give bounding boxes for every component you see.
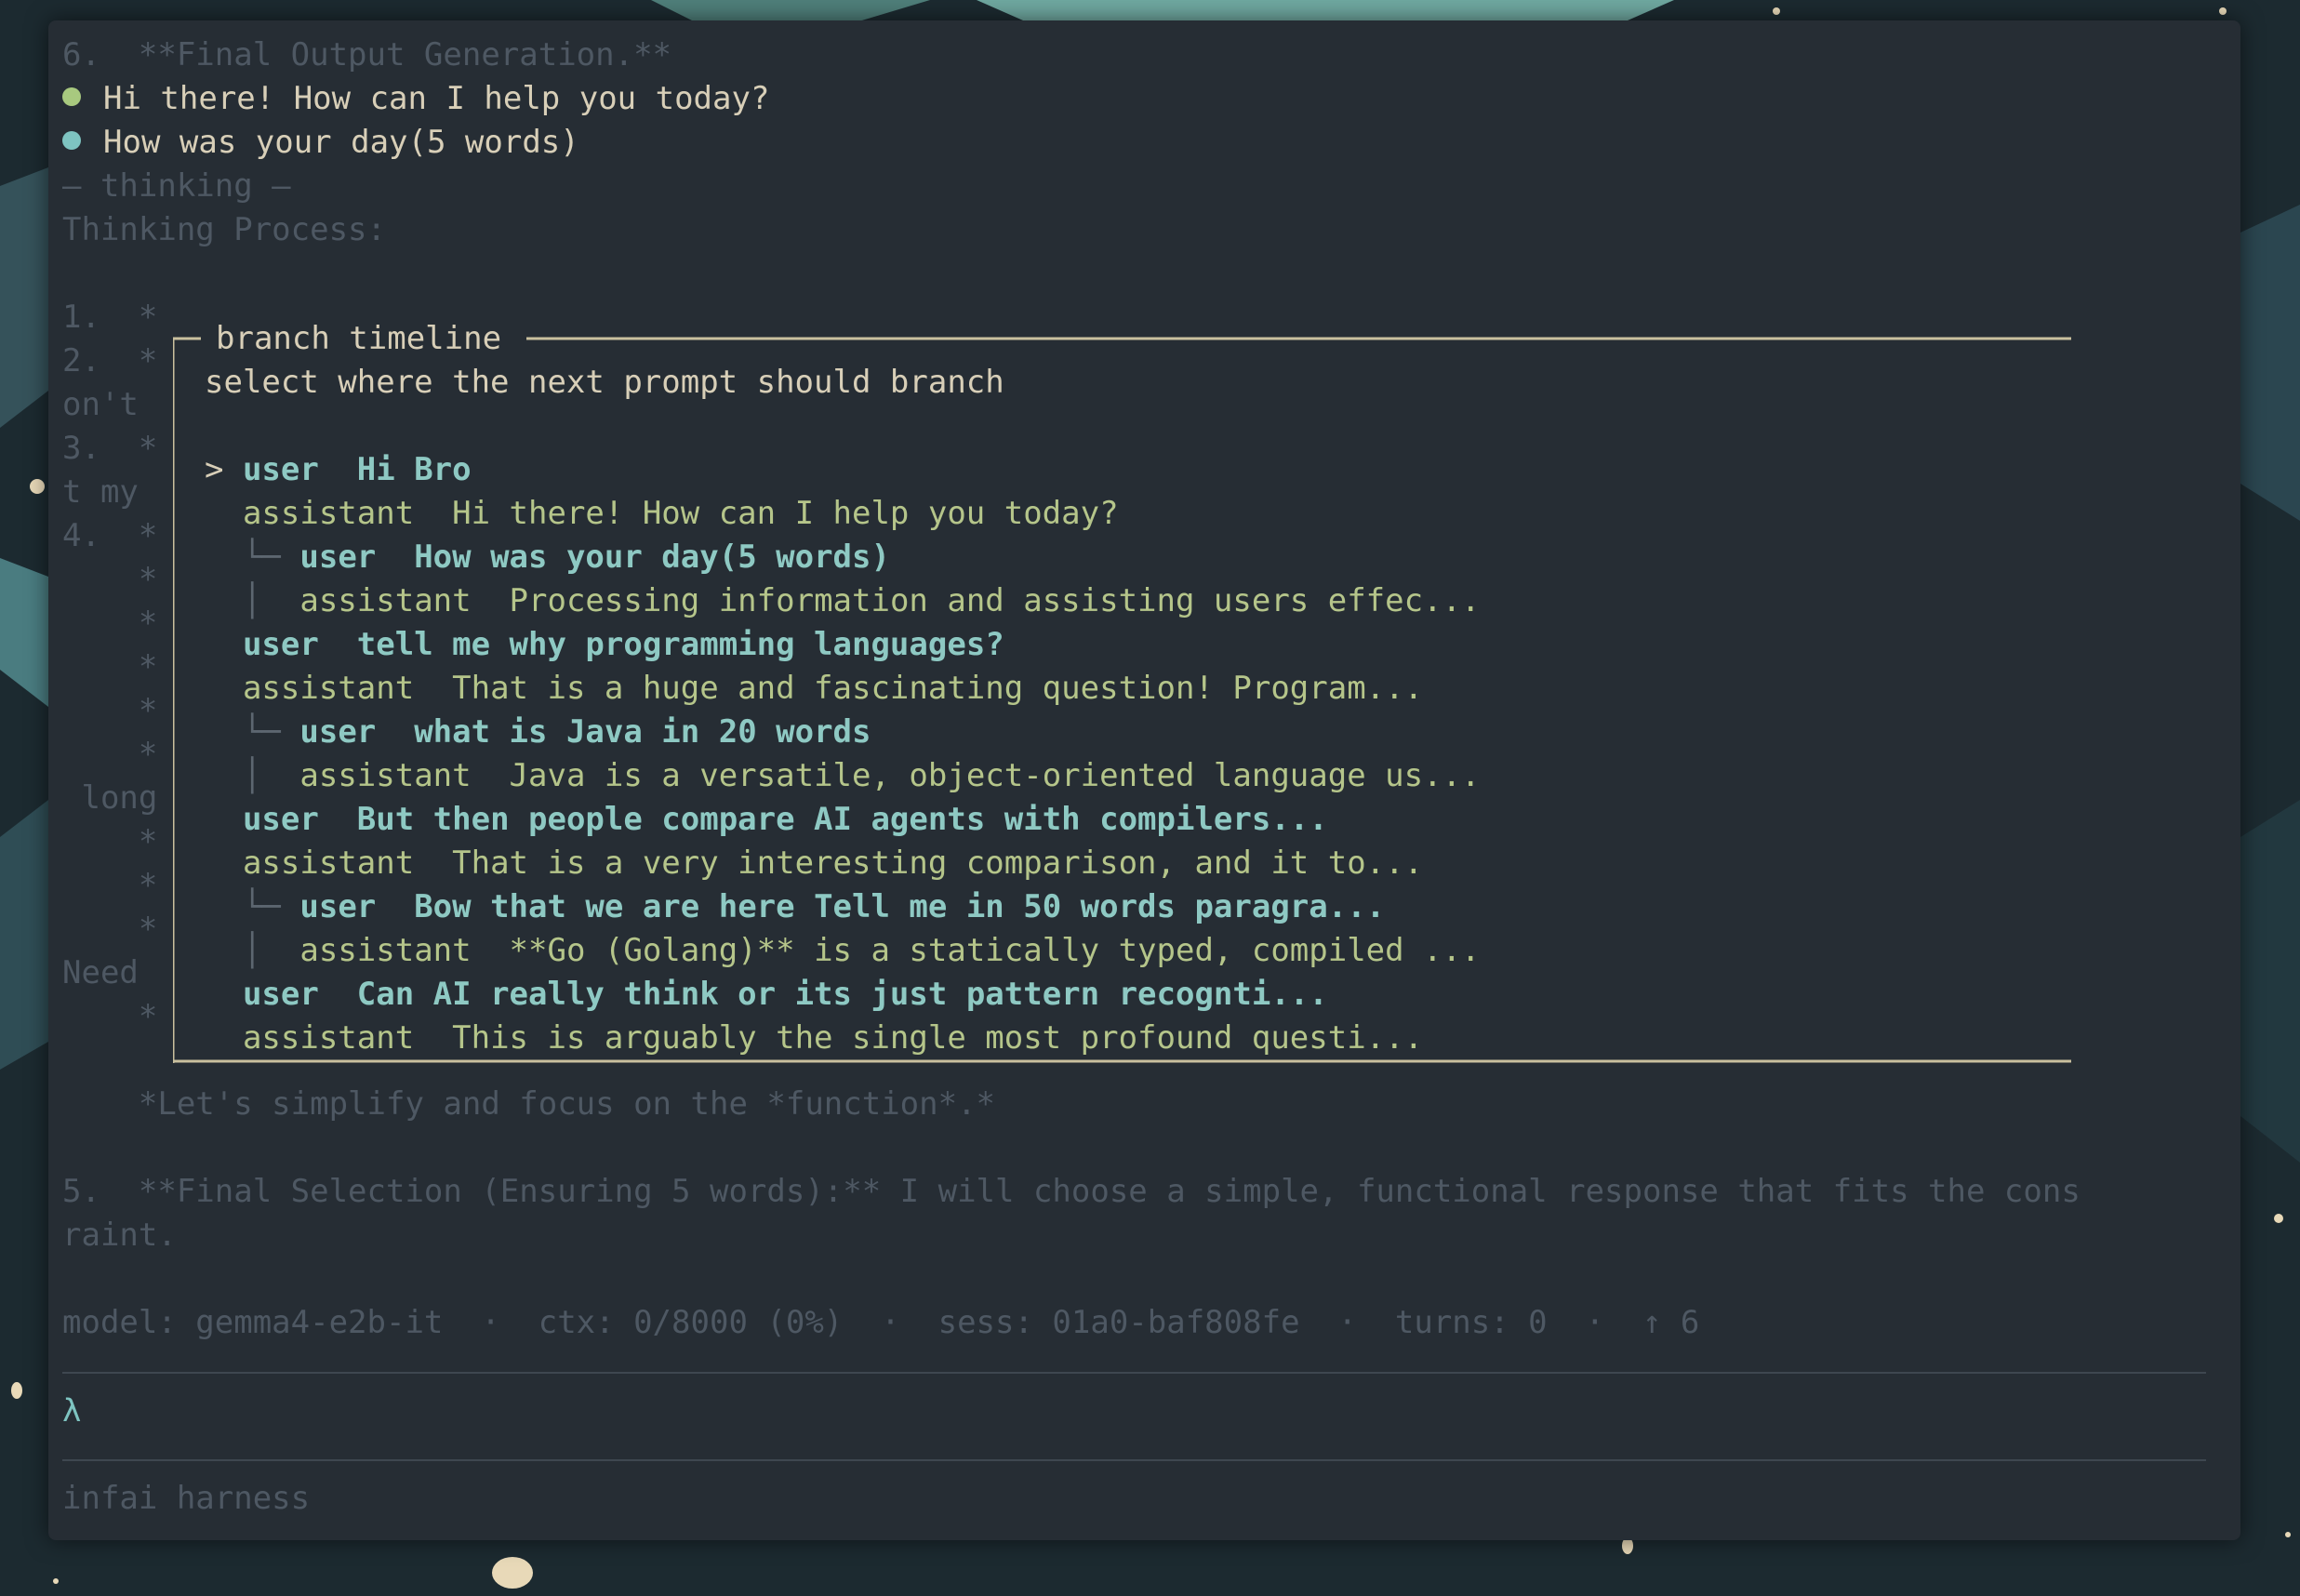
entry-role: user xyxy=(242,801,357,838)
entry-role: assistant xyxy=(299,757,510,794)
entry-role: assistant xyxy=(242,670,453,707)
assistant-message-line: Hi there! How can I help you today? xyxy=(62,77,769,121)
gutter-line: * xyxy=(62,648,158,685)
selection-caret xyxy=(205,626,243,663)
gutter-line: * xyxy=(62,911,158,948)
branch-entry-user[interactable]: > user Hi Bro xyxy=(205,448,472,492)
selection-caret xyxy=(205,888,243,925)
user-dot-icon xyxy=(62,130,81,150)
entry-text: Hi there! How can I help you today? xyxy=(452,495,1119,532)
gutter-line: 4. * xyxy=(62,517,158,554)
entry-role: user xyxy=(299,539,415,576)
tree-connector: │ xyxy=(242,932,300,969)
tree-connector: └─ xyxy=(242,713,300,751)
branch-entry-assistant[interactable]: assistant That is a very interesting com… xyxy=(205,842,1423,885)
branch-entry-user[interactable]: user But then people compare AI agents w… xyxy=(205,798,1328,842)
entry-role: assistant xyxy=(299,932,510,969)
thinking-process-label: Thinking Process: xyxy=(62,211,386,248)
entry-text: Can AI really think or its just pattern … xyxy=(356,976,1328,1013)
tree-connector: │ xyxy=(242,582,300,619)
thinking-header: — thinking — xyxy=(62,167,291,205)
user-message-line: How was your day(5 words) xyxy=(62,121,579,165)
entry-text: tell me why programming languages? xyxy=(356,626,1004,663)
entry-text: what is Java in 20 words xyxy=(414,713,871,751)
entry-text: That is a very interesting comparison, a… xyxy=(452,845,1424,882)
gutter-line: Need xyxy=(62,954,139,991)
branch-entry-assistant[interactable]: assistant That is a huge and fascinating… xyxy=(205,667,1423,711)
gutter-line: * xyxy=(62,561,158,598)
scrollback-line: 5. **Final Selection (Ensuring 5 words):… xyxy=(62,1173,2081,1210)
selection-caret xyxy=(205,845,243,882)
selection-caret xyxy=(205,539,243,576)
branch-entry-user[interactable]: └─ user what is Java in 20 words xyxy=(205,711,871,754)
branch-entry-assistant[interactable]: assistant Hi there! How can I help you t… xyxy=(205,492,1119,536)
gutter-line: * xyxy=(62,736,158,773)
divider xyxy=(62,1372,2206,1374)
selection-caret xyxy=(205,670,243,707)
entry-role: assistant xyxy=(242,495,453,532)
footer-label: infai harness xyxy=(62,1480,311,1517)
tree-connector: └─ xyxy=(242,539,300,576)
entry-text: Hi Bro xyxy=(356,451,472,488)
gutter-line: * xyxy=(62,998,158,1035)
prompt-symbol: λ xyxy=(62,1392,82,1430)
selection-caret: > xyxy=(205,451,243,488)
selection-caret xyxy=(205,495,243,532)
dialog-subtitle: select where the next prompt should bran… xyxy=(205,364,1004,401)
branch-entry-assistant[interactable]: │ assistant Processing information and a… xyxy=(205,579,1481,623)
branch-entry-assistant[interactable]: assistant This is arguably the single mo… xyxy=(205,1017,1423,1060)
scrollback-line: 6. **Final Output Generation.** xyxy=(62,36,672,73)
entry-text: Bow that we are here Tell me in 50 words… xyxy=(414,888,1386,925)
entry-text: Processing information and assisting use… xyxy=(509,582,1481,619)
branch-entry-assistant[interactable]: │ assistant **Go (Golang)** is a statica… xyxy=(205,929,1481,973)
gutter-line: * xyxy=(62,605,158,642)
gutter-line: 3. * xyxy=(62,430,158,467)
selection-caret xyxy=(205,757,243,794)
entry-role: user xyxy=(242,451,357,488)
gutter-line: * xyxy=(62,692,158,729)
entry-role: assistant xyxy=(242,1019,453,1057)
selection-caret xyxy=(205,932,243,969)
selection-caret xyxy=(205,1019,243,1057)
gutter-line: * xyxy=(62,867,158,904)
scrollback-line: raint. xyxy=(62,1217,177,1254)
gutter-line: 2. * xyxy=(62,342,158,379)
entry-text: That is a huge and fascinating question!… xyxy=(452,670,1424,707)
entry-text: This is arguably the single most profoun… xyxy=(452,1019,1424,1057)
selection-caret xyxy=(205,976,243,1013)
divider xyxy=(62,1459,2206,1461)
tree-connector: │ xyxy=(242,757,300,794)
scrollback-line: *Let's simplify and focus on the *functi… xyxy=(62,1085,996,1123)
gutter-line: t my xyxy=(62,473,139,511)
entry-role: user xyxy=(242,626,357,663)
entry-role: assistant xyxy=(242,845,453,882)
assistant-dot-icon xyxy=(62,86,81,106)
entry-role: assistant xyxy=(299,582,510,619)
entry-text: But then people compare AI agents with c… xyxy=(356,801,1328,838)
branch-entry-user[interactable]: └─ user How was your day(5 words) xyxy=(205,536,890,579)
entry-role: user xyxy=(299,888,415,925)
entry-text: Java is a versatile, object-oriented lan… xyxy=(509,757,1481,794)
gutter-line: 1. * xyxy=(62,299,158,336)
branch-entry-user[interactable]: user Can AI really think or its just pat… xyxy=(205,973,1328,1017)
entry-text: How was your day(5 words) xyxy=(414,539,890,576)
gutter-line: long xyxy=(62,779,158,817)
gutter-line: * xyxy=(62,823,158,860)
branch-entry-user[interactable]: user tell me why programming languages? xyxy=(205,623,1004,667)
selection-caret xyxy=(205,582,243,619)
branch-timeline-dialog[interactable]: branch timeline select where the next pr… xyxy=(173,317,2071,1063)
gutter-line: on't xyxy=(62,386,139,423)
entry-text: **Go (Golang)** is a statically typed, c… xyxy=(509,932,1481,969)
branch-entry-user[interactable]: └─ user Bow that we are here Tell me in … xyxy=(205,885,1385,929)
selection-caret xyxy=(205,713,243,751)
entry-role: user xyxy=(242,976,357,1013)
status-line: model: gemma4-e2b-it · ctx: 0/8000 (0%) … xyxy=(62,1304,1700,1341)
entry-role: user xyxy=(299,713,415,751)
prompt-input[interactable]: λ xyxy=(62,1390,81,1433)
dialog-title: branch timeline xyxy=(216,320,502,357)
selection-caret xyxy=(205,801,243,838)
terminal-window: 6. **Final Output Generation.** Hi there… xyxy=(48,20,2240,1540)
tree-connector: └─ xyxy=(242,888,300,925)
branch-entry-assistant[interactable]: │ assistant Java is a versatile, object-… xyxy=(205,754,1481,798)
